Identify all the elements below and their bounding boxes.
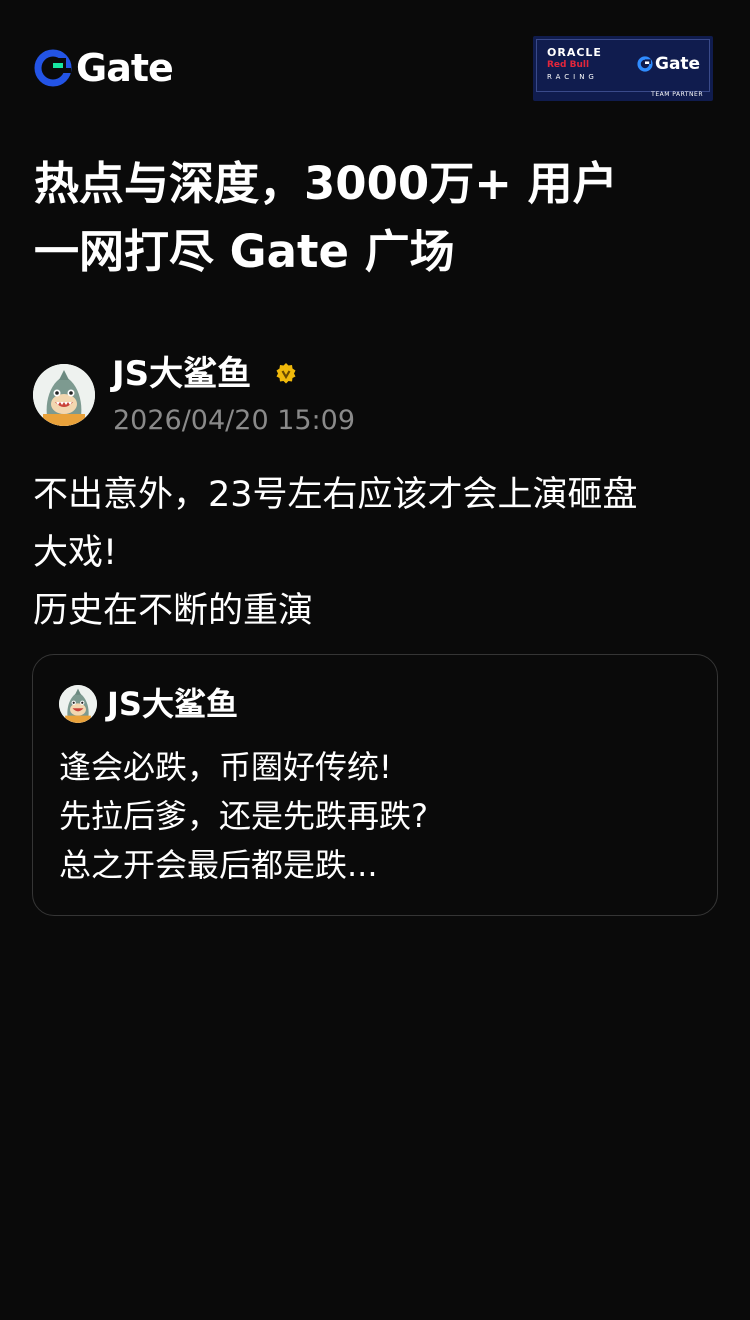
post-line: 大戏! (33, 533, 118, 573)
team-partner-label: TEAM PARTNER (651, 91, 703, 98)
badge-gate-logo: Gate (637, 54, 700, 74)
badge-gate-icon (637, 56, 653, 72)
quote-line: 逢会必跌，币圈好传统! (59, 748, 392, 786)
gate-logo[interactable]: Gate (34, 46, 174, 90)
post-line: 不出意外，23号左右应该才会上演砸盘 (33, 475, 638, 515)
headline-line-2: 一网打尽 Gate 广场 (34, 225, 455, 278)
team-partner-badge: ORACLE Red Bull RACING Gate TEAM PARTNER (533, 36, 713, 101)
gate-logo-text: Gate (76, 46, 174, 90)
quoted-post-body: 逢会必跌，币圈好传统! 先拉后爹，还是先跌再跌? 总之开会最后都是跌... (59, 743, 699, 890)
headline-line-1: 热点与深度，3000万+ 用户 (34, 157, 618, 210)
post-body: 不出意外，23号左右应该才会上演砸盘 大戏! 历史在不断的重演 (33, 466, 723, 640)
shark-avatar-icon (33, 364, 95, 426)
oracle-wordmark: ORACLE (547, 46, 602, 59)
partner-badge-frame: ORACLE Red Bull RACING Gate (536, 39, 710, 92)
verified-badge-icon (275, 362, 297, 388)
racing-wordmark: RACING (547, 73, 598, 81)
quote-line: 总之开会最后都是跌... (59, 846, 378, 884)
post-line: 历史在不断的重演 (33, 591, 314, 631)
post-timestamp: 2026/04/20 15:09 (113, 405, 356, 436)
quote-line: 先拉后爹，还是先跌再跌? (59, 797, 428, 835)
shark-avatar-icon (59, 685, 97, 723)
quoted-author-avatar[interactable] (59, 685, 97, 723)
red-bull-wordmark: Red Bull (547, 60, 590, 70)
page-headline: 热点与深度，3000万+ 用户 一网打尽 Gate 广场 (34, 150, 724, 286)
quoted-post-card[interactable]: JS大鲨鱼 逢会必跌，币圈好传统! 先拉后爹，还是先跌再跌? 总之开会最后都是跌… (32, 654, 718, 916)
author-avatar[interactable] (33, 364, 95, 426)
quoted-author-name[interactable]: JS大鲨鱼 (107, 683, 238, 725)
author-name[interactable]: JS大鲨鱼 (112, 352, 251, 396)
badge-gate-text: Gate (655, 54, 701, 74)
gate-logo-icon (34, 49, 72, 87)
